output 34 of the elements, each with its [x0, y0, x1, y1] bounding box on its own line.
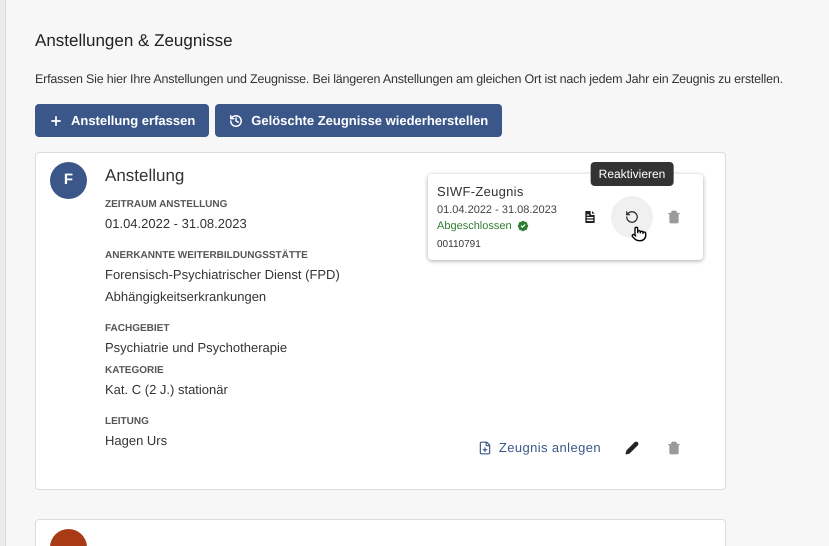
certificate-title: SIWF-Zeugnis: [437, 183, 525, 201]
reactivate-button[interactable]: [611, 196, 653, 238]
page-title: Anstellungen & Zeugnisse: [35, 30, 234, 52]
field-value: Forensisch-Psychiatrischer Dienst (FPD): [105, 266, 340, 284]
field-value: Kat. C (2 J.) stationär: [105, 380, 229, 399]
field-label: ANERKANNTE WEITERBILDUNGSSTÄTTE: [105, 248, 309, 262]
verified-icon: [516, 219, 530, 234]
field-label: ZEITRAUM ANSTELLUNG: [105, 198, 228, 212]
certificate-number: 00110791: [437, 238, 482, 252]
status-text: Abgeschlossen: [437, 219, 512, 234]
field-value: Psychiatrie und Psychotherapie: [105, 338, 288, 357]
restore-button[interactable]: Gelöschte Zeugnisse wiederherstellen: [215, 104, 502, 137]
add-file-icon: [478, 440, 492, 454]
field-label: FACHGEBIET: [105, 322, 170, 336]
trash-icon: [667, 210, 681, 224]
create-certificate-link[interactable]: Zeugnis anlegen: [478, 438, 601, 458]
page-description: Erfassen Sie hier Ihre Anstellungen und Zeugnisse. Bei längeren Anstellungen am gleichen Ort ist nach jedem Jahr ein Zeugnis zu erstellen.: [35, 71, 783, 88]
pencil-icon: [625, 440, 639, 454]
card-title: Anstellung: [105, 165, 186, 187]
field-label: LEITUNG: [105, 414, 150, 428]
hand-cursor-icon: [631, 224, 647, 244]
field-value: 01.04.2022 - 31.08.2023: [105, 214, 248, 232]
tooltip: Reaktivieren: [590, 162, 674, 186]
avatar: F: [50, 162, 87, 199]
field-value: Hagen Urs: [105, 432, 168, 450]
certificate-dates: 01.04.2022 - 31.08.2023: [437, 202, 558, 218]
plus-icon: [49, 114, 63, 128]
document-icon: [582, 208, 598, 225]
trash-icon: [667, 440, 681, 454]
field-value: Abhängigkeitserkrankungen: [105, 288, 268, 306]
field-label: KATEGORIE: [105, 364, 165, 378]
history-icon: [229, 114, 244, 128]
add-employment-button[interactable]: Anstellung erfassen: [35, 104, 210, 137]
undo-icon: [625, 210, 639, 224]
